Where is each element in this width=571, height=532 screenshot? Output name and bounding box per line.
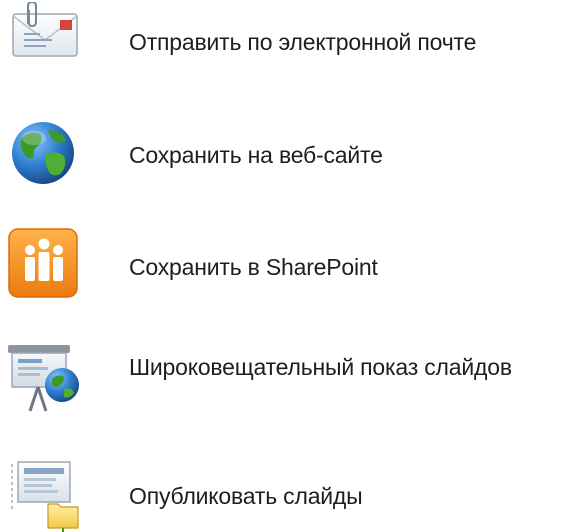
email-envelope-icon bbox=[6, 2, 86, 82]
share-option-broadcast-label: Широковещательный показ слайдов bbox=[129, 354, 512, 380]
share-option-email[interactable]: Отправить по электронной почте bbox=[0, 0, 571, 90]
publish-slides-icon bbox=[6, 454, 86, 532]
share-option-sharepoint[interactable]: Сохранить в SharePoint bbox=[0, 222, 571, 312]
share-option-broadcast[interactable]: Широковещательный показ слайдов bbox=[0, 335, 571, 435]
share-option-publish[interactable]: Опубликовать слайды bbox=[0, 450, 571, 532]
share-option-publish-label: Опубликовать слайды bbox=[129, 483, 363, 509]
share-options-list: Отправить по электронной почте Сохранить… bbox=[0, 0, 571, 532]
broadcast-presentation-icon bbox=[6, 339, 86, 419]
share-option-sharepoint-label: Сохранить в SharePoint bbox=[129, 254, 378, 280]
share-option-web-label: Сохранить на веб-сайте bbox=[129, 142, 383, 168]
share-option-email-label: Отправить по электронной почте bbox=[129, 29, 477, 55]
sharepoint-icon bbox=[6, 224, 86, 304]
globe-icon bbox=[6, 116, 86, 196]
share-option-web[interactable]: Сохранить на веб-сайте bbox=[0, 112, 571, 202]
